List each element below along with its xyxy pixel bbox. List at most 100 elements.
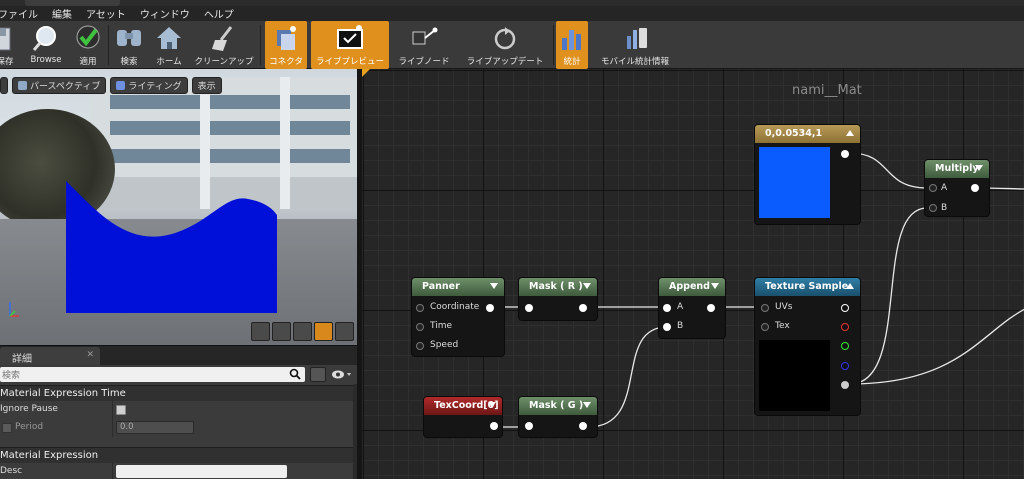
texture-tex-pin[interactable] [761, 323, 769, 331]
texture-a-output-pin[interactable] [841, 381, 849, 389]
live-preview-button[interactable]: ライブプレビュー [311, 21, 389, 69]
menu-file[interactable]: ファイル [0, 6, 38, 21]
mask-g-input-pin[interactable] [525, 422, 533, 430]
toolbar-separator [108, 25, 109, 65]
cylinder-shape-button[interactable] [251, 322, 270, 341]
viewport-toolbar: パースペクティブ ライティング 表示 [0, 77, 222, 95]
live-preview-icon [335, 24, 365, 52]
texture-rgb-output-pin[interactable] [841, 304, 849, 312]
mask-r-input-pin[interactable] [525, 304, 533, 312]
cube-shape-button[interactable] [314, 322, 333, 341]
connector-button[interactable]: コネクタ [265, 21, 307, 69]
details-search-row: 検索 [0, 367, 357, 383]
period-enable-checkbox[interactable] [2, 423, 12, 433]
panner-coordinate-pin[interactable] [416, 304, 424, 312]
details-tab[interactable]: 詳細 ✕ [0, 347, 100, 365]
category-material-expression[interactable]: Material Expression [0, 447, 357, 463]
append-input-b-pin[interactable] [663, 323, 671, 331]
browse-button[interactable]: Browse [28, 21, 64, 69]
panner-speed-pin[interactable] [416, 342, 424, 350]
toolbar: 保存 Browse 適用 検索 ホーム クリーンアップ コネクタ ライブプレビュ… [0, 21, 1024, 69]
multiply-input-a-pin[interactable] [929, 184, 937, 192]
period-value-field[interactable]: 0.0 [116, 421, 194, 434]
mask-r-node[interactable]: Mask ( R ) [519, 278, 597, 320]
collapse-arrow-icon[interactable] [846, 283, 854, 289]
apply-checkmark-icon [73, 24, 103, 52]
mask-g-node[interactable]: Mask ( G ) [519, 397, 597, 437]
append-node[interactable]: Append A B [659, 278, 725, 338]
property-ignore-pause: Ignore Pause [0, 401, 357, 419]
expand-arrow-icon[interactable] [488, 402, 496, 408]
details-tab-header: 詳細 ✕ [0, 346, 357, 365]
viewport-options-button[interactable] [0, 77, 8, 94]
texture-uvs-pin[interactable] [761, 304, 769, 312]
stats-button[interactable]: 統計 [556, 21, 588, 69]
ignore-pause-checkbox[interactable] [116, 405, 126, 415]
find-button[interactable]: 検索 [114, 21, 144, 69]
lighting-button[interactable]: ライティング [110, 77, 188, 94]
home-icon [154, 24, 184, 52]
texcoord-output-pin[interactable] [490, 422, 498, 430]
category-material-expression-time[interactable]: Material Expression Time [0, 385, 357, 401]
multiply-input-b-pin[interactable] [929, 204, 937, 212]
multiply-node[interactable]: Multiply A B [925, 160, 989, 216]
search-icon[interactable] [289, 368, 301, 380]
eye-visibility-icon[interactable] [330, 367, 354, 382]
menu-bar: ファイル 編集 アセット ウィンドウ ヘルプ [0, 6, 1024, 21]
preview-viewport[interactable]: パースペクティブ ライティング 表示 [0, 69, 357, 345]
mesh-shape-button[interactable] [335, 322, 354, 341]
binoculars-icon [114, 24, 144, 52]
mask-g-output-pin[interactable] [579, 422, 587, 430]
expand-arrow-icon[interactable] [583, 283, 591, 289]
expand-arrow-icon[interactable] [583, 402, 591, 408]
mobile-stats-button[interactable]: モバイル統計情報 [594, 21, 676, 69]
menu-help[interactable]: ヘルプ [204, 6, 234, 21]
stats-icon [557, 24, 587, 52]
collapse-arrow-icon[interactable] [846, 130, 854, 136]
menu-edit[interactable]: 編集 [52, 6, 72, 21]
live-node-button[interactable]: ライブノード [393, 21, 455, 69]
expand-arrow-icon[interactable] [711, 283, 719, 289]
panner-time-pin[interactable] [416, 323, 424, 331]
desc-input[interactable] [116, 465, 287, 478]
connector-icon [271, 24, 301, 52]
texture-r-output-pin[interactable] [841, 323, 849, 331]
close-icon[interactable]: ✕ [86, 350, 94, 360]
expand-arrow-icon[interactable] [975, 165, 983, 171]
mask-r-output-pin[interactable] [579, 304, 587, 312]
show-button[interactable]: 表示 [191, 77, 222, 94]
output-pin[interactable] [841, 150, 849, 158]
save-icon [0, 24, 20, 52]
menu-asset[interactable]: アセット [86, 6, 126, 21]
constant-vector-node[interactable]: 0,0.0534,1 [755, 125, 860, 224]
sphere-shape-button[interactable] [272, 322, 291, 341]
texture-g-output-pin[interactable] [841, 342, 849, 350]
plane-shape-button[interactable] [293, 322, 312, 341]
texture-b-output-pin[interactable] [841, 362, 849, 370]
home-button[interactable]: ホーム [152, 21, 186, 69]
append-input-a-pin[interactable] [663, 304, 671, 312]
append-output-pin[interactable] [707, 304, 715, 312]
toolbar-separator [260, 25, 261, 65]
multiply-output-pin[interactable] [971, 184, 979, 192]
expand-arrow-icon[interactable] [490, 283, 498, 289]
details-search-input[interactable]: 検索 [0, 367, 305, 382]
live-update-button[interactable]: ライブアップデート [460, 21, 550, 69]
mobile-stats-icon [620, 24, 650, 52]
constant-color-swatch [759, 147, 830, 218]
perspective-button[interactable]: パースペクティブ [12, 77, 107, 94]
material-graph[interactable]: nami__Mat 0,0.0534,1 Multiply A B Panner… [357, 69, 1024, 479]
texture-sample-node[interactable]: Texture Sample UVs Tex [755, 278, 860, 415]
grid-view-icon[interactable] [310, 367, 326, 382]
live-node-icon [409, 24, 439, 52]
details-panel: 詳細 ✕ 検索 Material Expression Time Ignore … [0, 345, 357, 479]
live-update-icon [490, 24, 520, 52]
cleanup-button[interactable]: クリーンアップ [192, 21, 256, 69]
preview-shape-buttons [251, 322, 354, 341]
panner-node[interactable]: Panner Coordinate Time Speed [412, 278, 504, 356]
panner-output-pin[interactable] [486, 304, 494, 312]
save-button[interactable]: 保存 [0, 21, 18, 69]
menu-window[interactable]: ウィンドウ [140, 6, 190, 21]
apply-button[interactable]: 適用 [73, 21, 103, 69]
texcoord-node[interactable]: TexCoord[0] [424, 397, 502, 437]
